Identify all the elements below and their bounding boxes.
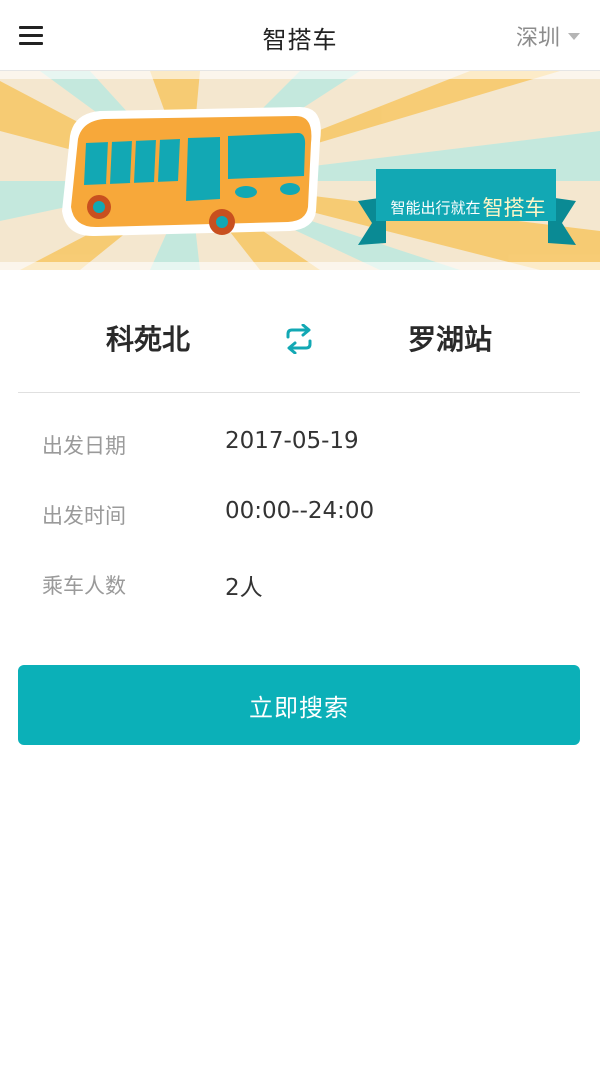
route-selector: 科苑北 罗湖站 [18,290,580,393]
slogan-brand: 智搭车 [482,196,546,220]
search-button[interactable]: 立即搜索 [18,665,580,745]
departure-time-row[interactable]: 出发时间 00:00--24:00 [42,494,562,534]
passenger-count-label: 乘车人数 [42,574,126,598]
departure-date-label: 出发日期 [42,434,126,458]
departure-time-value[interactable]: 00:00--24:00 [225,498,374,524]
bus-graphic [62,107,321,237]
city-selector[interactable]: 深圳 [516,20,580,52]
promo-banner[interactable]: 智能出行就在 智搭车 [0,71,600,270]
departure-time-label: 出发时间 [42,504,126,528]
top-navbar: 智搭车 深圳 [0,0,600,71]
bus-banner-illustration [0,71,600,270]
arrival-station[interactable]: 罗湖站 [408,318,492,358]
banner-slogan: 智能出行就在 智搭车 [378,182,558,232]
departure-station[interactable]: 科苑北 [106,318,190,358]
passenger-count-row[interactable]: 乘车人数 2人 [42,564,562,604]
departure-date-row[interactable]: 出发日期 2017-05-19 [42,424,562,464]
caret-down-icon [568,32,580,40]
swap-arrows-icon [286,323,312,355]
city-label: 深圳 [515,26,560,51]
passenger-count-value[interactable]: 2人 [225,568,263,602]
swap-button[interactable] [282,323,316,355]
slogan-text: 智能出行就在 [390,198,481,217]
page-title: 智搭车 [262,26,338,54]
departure-date-value[interactable]: 2017-05-19 [225,428,359,454]
